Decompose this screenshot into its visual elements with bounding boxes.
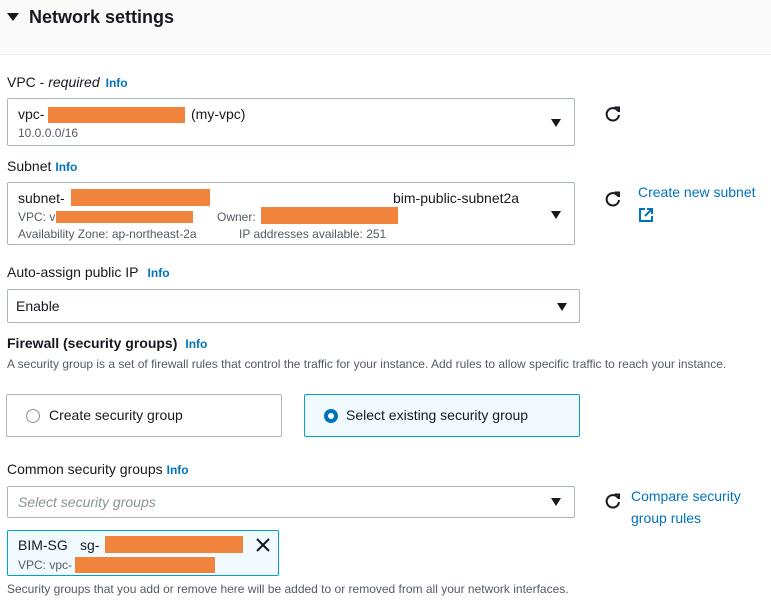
compare-rules-link-line2[interactable]: group rules [631,510,701,526]
security-group-token[interactable]: BIM-SG sg- VPC: vpc- [7,530,279,576]
section-title: Network settings [29,7,175,27]
security-groups-placeholder: Select security groups [18,494,156,510]
token-vpc: VPC: vpc- [18,558,73,572]
caret-down-icon[interactable] [7,13,19,21]
auto-ip-select[interactable]: Enable [7,289,580,323]
auto-ip-label-row: Auto-assign public IP Info [7,264,170,280]
token-id-prefix: sg- [80,537,100,553]
radio-selected-icon[interactable] [324,409,338,423]
subnet-az: Availability Zone: ap-northeast-2a [18,227,197,241]
refresh-icon[interactable] [604,190,622,208]
refresh-icon[interactable] [604,105,622,123]
external-link-icon[interactable] [638,207,654,223]
firewall-label-row: Firewall (security groups) Info [7,335,207,351]
auto-ip-label: Auto-assign public IP [7,264,139,280]
common-sg-info-link[interactable]: Info [167,463,189,477]
vpc-label-row: VPC - required Info [7,74,128,90]
vpc-select[interactable]: vpc- (my-vpc) 10.0.0.0/16 [7,98,575,146]
vpc-label: VPC - [7,74,49,90]
firewall-label: Firewall (security groups) [7,335,178,351]
subnet-ips: IP addresses available: 251 [239,227,387,241]
subnet-label-row: Subnet Info [7,158,77,174]
redaction [48,107,185,123]
subnet-owner-label: Owner: [217,210,256,224]
radio-create-label: Create security group [49,407,183,423]
firewall-info-link[interactable]: Info [185,337,207,351]
subnet-select[interactable]: subnet- bim-public-subnet2a VPC: v Owner… [7,182,575,245]
close-icon[interactable] [256,538,270,552]
section-header[interactable]: Network settings [0,0,771,55]
subnet-vpc: VPC: v [18,210,56,224]
subnet-info-link[interactable]: Info [55,160,77,174]
common-sg-label-row: Common security groups Info [7,461,189,477]
vpc-value-prefix: vpc- [18,106,45,122]
radio-select-existing-group[interactable]: Select existing security group [304,394,580,437]
security-groups-select[interactable]: Select security groups [7,486,575,518]
footer-note: Security groups that you add or remove h… [7,582,569,596]
subnet-label: Subnet [7,158,52,174]
dropdown-arrow-icon [551,211,561,219]
redaction [71,189,210,206]
redaction [261,207,398,224]
redaction [105,536,243,553]
radio-select-existing-label: Select existing security group [346,407,529,423]
vpc-value-name: (my-vpc) [191,106,246,122]
dropdown-arrow-icon [551,119,561,127]
redaction [75,557,215,573]
auto-ip-value: Enable [16,298,60,314]
redaction [56,211,193,223]
auto-ip-info-link[interactable]: Info [148,266,170,280]
dropdown-arrow-icon [557,303,567,311]
subnet-value-prefix: subnet- [18,190,65,206]
radio-unselected-icon[interactable] [26,409,40,423]
refresh-icon[interactable] [604,492,622,510]
vpc-required: required [48,74,100,90]
dropdown-arrow-icon [551,498,561,506]
vpc-cidr: 10.0.0.0/16 [18,126,79,140]
create-subnet-link[interactable]: Create new subnet [638,184,756,200]
radio-create-security-group[interactable]: Create security group [6,394,282,437]
subnet-value-name: bim-public-subnet2a [393,190,520,206]
vpc-info-link[interactable]: Info [106,76,128,90]
firewall-description: A security group is a set of firewall ru… [7,357,727,371]
compare-rules-link-line1[interactable]: Compare security [631,488,741,504]
token-name: BIM-SG [18,537,68,553]
common-sg-label: Common security groups [7,461,163,477]
